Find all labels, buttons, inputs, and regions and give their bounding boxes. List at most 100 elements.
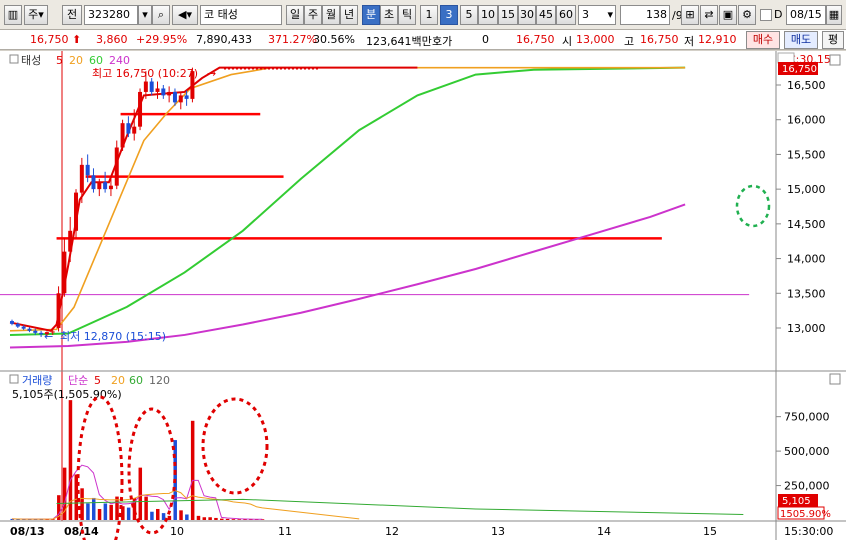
interval-45[interactable]: 45 (536, 5, 556, 25)
volume-bar (138, 467, 143, 520)
panel-close-icon[interactable] (829, 54, 841, 66)
interval-1[interactable]: 1 (420, 5, 438, 25)
candles (10, 67, 195, 338)
volume-bar (97, 508, 102, 520)
calendar-icon[interactable]: ▦ (826, 5, 842, 25)
candle-body (167, 91, 172, 96)
interval-select-value: 3 (582, 8, 589, 21)
search-icon[interactable]: ⌕ (152, 5, 170, 25)
interval-30[interactable]: 30 (518, 5, 536, 25)
volume-bar (86, 503, 90, 520)
price-change-pct: +29.95% (136, 33, 188, 46)
sell-button[interactable]: 매도 (784, 31, 818, 49)
prev-button[interactable]: 전 (62, 5, 82, 25)
period-day[interactable]: 일 (286, 5, 304, 25)
stock-name: 태성 (217, 8, 238, 21)
hoga-value: 0 (482, 33, 489, 46)
current-price-tag-label: 16,750 (782, 64, 817, 75)
stock-name-field[interactable]: 코 태성 (200, 5, 282, 25)
toolbar: ▥ 주▾ 전 323280 ▾ ⌕ ◀▾ 코 태성 일 주 월 년 분 초 틱 … (0, 0, 846, 30)
interval-60[interactable]: 60 (556, 5, 576, 25)
legend-ma20: 20 (69, 54, 83, 67)
moving-averages (9, 66, 686, 349)
period-week[interactable]: 주 (304, 5, 322, 25)
grid-icon[interactable]: ⊞ (681, 5, 699, 25)
green-dashed-circle (735, 184, 771, 228)
x-label-15: 15 (703, 525, 717, 538)
volume-bar (91, 497, 96, 520)
layout-icon[interactable]: ▥ (4, 5, 22, 25)
x-label-12: 12 (385, 525, 399, 538)
date-checkbox[interactable] (760, 9, 772, 21)
legend-ma240: 240 (109, 54, 130, 67)
buy-button[interactable]: 매수 (746, 31, 780, 49)
chart-area[interactable]: → ← 13,000 13,500 14,000 14,500 15,000 15,500 1… (0, 51, 846, 540)
volume-close-icon[interactable] (829, 373, 841, 385)
price-tick-label: 16,500 (787, 79, 826, 92)
period-tick[interactable]: 틱 (398, 5, 416, 25)
interval-10[interactable]: 10 (478, 5, 498, 25)
settings-gear-icon[interactable]: ⚙ (738, 5, 756, 25)
support-lines (0, 112, 750, 296)
candle-body (120, 123, 125, 148)
legend-ma60: 60 (89, 54, 103, 67)
candle-body (132, 126, 137, 134)
interval-5[interactable]: 5 (460, 5, 478, 25)
count-input[interactable]: 138 (620, 5, 670, 25)
volume-menu-icon[interactable] (9, 374, 19, 384)
low-price: 12,910 (698, 33, 737, 46)
period-minute[interactable]: 분 (362, 5, 380, 25)
volume-legend-60: 60 (129, 374, 143, 387)
candle-body (172, 91, 177, 103)
scroll-up-icon[interactable] (777, 52, 795, 64)
exchange-label: 코 (204, 8, 215, 21)
up-arrow-icon: ⬆ (68, 33, 82, 46)
candle-body (97, 182, 102, 190)
save-icon[interactable]: ▣ (719, 5, 737, 25)
period-second[interactable]: 초 (380, 5, 398, 25)
candle-body (33, 330, 38, 333)
sync-icon[interactable]: ⇄ (700, 5, 718, 25)
volume-bar (190, 420, 195, 520)
panel-menu-icon[interactable] (9, 54, 19, 64)
volume-current: 5,105주(1,505.90%) (12, 388, 122, 401)
candle-body (126, 123, 131, 134)
open-label: 시 (562, 35, 573, 48)
interval-15[interactable]: 15 (498, 5, 518, 25)
volume-bar (202, 517, 207, 520)
avg-button[interactable]: 평 (822, 31, 844, 49)
code-input[interactable]: 323280 (84, 5, 138, 25)
candle-body (178, 95, 183, 103)
volume-bar (167, 515, 172, 520)
volume-bar (103, 503, 108, 520)
candle-body (184, 95, 189, 99)
chart-svg[interactable]: →← 13,00013,50014,00014,50015,00015,5001… (0, 51, 846, 540)
x-label-10: 10 (170, 525, 184, 538)
code-dropdown[interactable]: ▾ (138, 5, 152, 25)
high-price: 16,750 (640, 33, 679, 46)
volume-tick-label: 750,000 (784, 411, 830, 424)
speaker-icon[interactable]: ◀▾ (172, 5, 198, 25)
date-input[interactable]: 08/15 (786, 5, 826, 25)
interval-3[interactable]: 3 (440, 5, 458, 25)
candle-body (74, 192, 79, 231)
interval-select[interactable]: 3 ▾ (578, 5, 616, 25)
volume-legend-label: 거래량 (22, 374, 52, 387)
volume-legend-simple: 단순 (68, 374, 88, 387)
candle-body (62, 251, 67, 294)
volume-tick-label: 250,000 (784, 480, 830, 493)
low-label: 저 (684, 35, 695, 48)
market-select[interactable]: 주▾ (24, 5, 48, 25)
period-month[interactable]: 월 (322, 5, 340, 25)
x-label-13: 13 (491, 525, 505, 538)
volume-ma5-line (11, 464, 263, 520)
volume-bar (74, 474, 79, 520)
x-label-0813: 08/13 (10, 525, 45, 538)
volume-bar (208, 517, 212, 520)
candle-body (39, 332, 44, 335)
low-annotation: 최저 12,870 (15:15) (60, 330, 166, 343)
candle-body (114, 147, 119, 186)
period-year[interactable]: 년 (340, 5, 358, 25)
chevron-down-icon: ▾ (142, 8, 148, 21)
red-dashed-circle-3 (201, 397, 269, 495)
